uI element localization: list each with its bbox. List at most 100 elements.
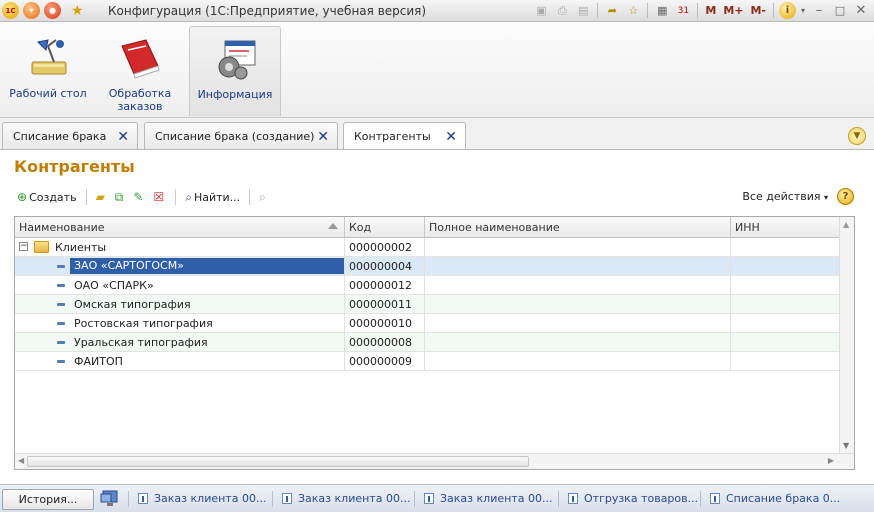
close-icon[interactable]: ✕ bbox=[852, 2, 870, 19]
find-button[interactable]: ⌕ Найти... bbox=[182, 187, 243, 207]
maximize-icon[interactable]: □ bbox=[831, 2, 849, 19]
code-cell: 000000002 bbox=[345, 238, 425, 256]
minimize-icon[interactable]: – bbox=[810, 2, 828, 19]
open-window-item[interactable]: Заказ клиента 00... bbox=[424, 492, 552, 505]
column-header-full-name[interactable]: Полное наименование bbox=[425, 217, 731, 238]
folder-icon bbox=[34, 241, 49, 253]
table-row[interactable]: ФАИТОП 000000009 bbox=[15, 352, 840, 371]
table-row[interactable]: Ростовская типография 000000010 bbox=[15, 314, 840, 333]
name-cell: ЗАО «САРТОГОСМ» bbox=[15, 257, 345, 275]
sections-panel: Рабочий стол Обработка заказов Информаци… bbox=[0, 22, 874, 118]
history-button[interactable]: История... bbox=[2, 489, 94, 510]
table-row[interactable]: ОАО «СПАРК» 000000012 bbox=[15, 276, 840, 295]
name-cell: Ростовская типография bbox=[15, 314, 345, 332]
all-actions-menu[interactable]: Все действия ▾ bbox=[742, 190, 828, 203]
delete-icon: ☒ bbox=[153, 190, 165, 204]
info-icon[interactable]: i bbox=[779, 2, 796, 19]
tab-counterparties[interactable]: Контрагенты ✕ bbox=[343, 122, 466, 150]
stop-icon[interactable]: ● bbox=[44, 2, 61, 19]
column-header-label: ИНН bbox=[735, 221, 760, 234]
preview-icon[interactable]: ▤ bbox=[574, 2, 592, 19]
copy-icon: ⧉ bbox=[114, 189, 124, 204]
open-window-item[interactable]: Отгрузка товаров... bbox=[568, 492, 698, 505]
calendar-icon[interactable]: 31 bbox=[674, 2, 692, 19]
inn-cell bbox=[731, 257, 840, 275]
go-forward-icon[interactable]: ➦ bbox=[603, 2, 621, 19]
close-tab-icon[interactable]: ✕ bbox=[317, 129, 329, 145]
window-title: Конфигурация (1С:Предприятие, учебная ве… bbox=[108, 4, 427, 18]
section-orders[interactable]: Обработка заказов bbox=[94, 26, 186, 116]
create-button[interactable]: ⊕ Создать bbox=[14, 187, 80, 207]
tab-writeoff[interactable]: Списание брака ✕ bbox=[2, 122, 138, 149]
mark-delete-button[interactable]: ☒ bbox=[150, 187, 169, 207]
scroll-thumb[interactable] bbox=[27, 456, 529, 467]
document-icon bbox=[710, 493, 720, 504]
open-window-label: Заказ клиента 00... bbox=[154, 492, 267, 505]
tabs-menu-chevron-down-icon[interactable]: ▼ bbox=[848, 127, 866, 145]
table-row[interactable]: Омская типография 000000011 bbox=[15, 295, 840, 314]
tab-writeoff-create[interactable]: Списание брака (создание) ✕ bbox=[144, 122, 338, 149]
separator bbox=[85, 189, 87, 205]
1c-logo-icon[interactable]: 1С bbox=[2, 2, 19, 19]
open-window-item[interactable]: Заказ клиента 00... bbox=[138, 492, 266, 505]
desk-lamp-icon bbox=[31, 39, 67, 75]
add-favorite-icon[interactable]: ☆ bbox=[624, 2, 642, 19]
open-window-item[interactable]: Заказ клиента 00... bbox=[282, 492, 410, 505]
copy-button[interactable]: ⧉ bbox=[112, 187, 129, 207]
separator bbox=[597, 3, 599, 18]
memory-plus-button[interactable]: M+ bbox=[721, 2, 745, 19]
full-name-cell bbox=[425, 238, 731, 256]
horizontal-scrollbar[interactable]: ◀ ▶ bbox=[15, 453, 854, 469]
close-tab-icon[interactable]: ✕ bbox=[445, 129, 457, 145]
close-tab-icon[interactable]: ✕ bbox=[117, 129, 129, 145]
table-row-group[interactable]: − Клиенты 000000002 bbox=[15, 238, 840, 257]
monitor-icon[interactable] bbox=[100, 490, 120, 508]
table-row-selected[interactable]: ЗАО «САРТОГОСМ» 000000004 bbox=[15, 257, 840, 276]
section-desktop[interactable]: Рабочий стол bbox=[2, 26, 94, 116]
separator bbox=[697, 3, 699, 18]
add-icon: ⊕ bbox=[17, 190, 28, 204]
table-row[interactable]: Уральская типография 000000008 bbox=[15, 333, 840, 352]
scroll-right-icon[interactable]: ▶ bbox=[828, 456, 834, 465]
pencil-icon: ✎ bbox=[133, 190, 144, 204]
calculator-icon[interactable]: ▦ bbox=[653, 2, 671, 19]
memory-button[interactable]: M bbox=[703, 2, 718, 19]
full-name-cell bbox=[425, 276, 731, 294]
separator bbox=[700, 491, 701, 507]
help-icon[interactable]: ? bbox=[837, 188, 854, 205]
vertical-scrollbar[interactable]: ▲ ▼ bbox=[839, 217, 854, 453]
section-information[interactable]: Информация bbox=[189, 26, 281, 116]
column-header-code[interactable]: Код bbox=[345, 217, 425, 238]
scroll-up-icon[interactable]: ▲ bbox=[843, 220, 849, 229]
name-cell: ОАО «СПАРК» bbox=[15, 276, 345, 294]
separator bbox=[558, 491, 559, 507]
code-cell: 000000008 bbox=[345, 333, 425, 351]
document-icon bbox=[138, 493, 148, 504]
search-icon: ⌕ bbox=[185, 189, 192, 204]
document-icon bbox=[424, 493, 434, 504]
separator bbox=[647, 3, 649, 18]
create-label: Создать bbox=[29, 190, 77, 204]
all-actions-label: Все действия bbox=[742, 190, 821, 203]
row-name: Ростовская типография bbox=[74, 317, 213, 330]
inn-cell bbox=[731, 295, 840, 313]
cancel-search-button[interactable]: ⌕ bbox=[256, 187, 271, 207]
open-window-item[interactable]: Списание брака 0... bbox=[710, 492, 840, 505]
separator bbox=[414, 491, 415, 507]
print-icon[interactable]: ⎙ bbox=[553, 2, 571, 19]
collapse-icon[interactable]: − bbox=[19, 242, 28, 251]
main-menu-icon[interactable]: ▾ bbox=[23, 2, 40, 19]
column-header-inn[interactable]: ИНН bbox=[731, 217, 840, 238]
memory-minus-button[interactable]: M- bbox=[748, 2, 768, 19]
inn-cell bbox=[731, 333, 840, 351]
favorites-star-icon[interactable]: ★ bbox=[71, 3, 84, 19]
save-icon[interactable]: ▣ bbox=[532, 2, 550, 19]
item-icon bbox=[57, 322, 65, 325]
column-header-name[interactable]: Наименование bbox=[15, 217, 345, 238]
scroll-down-icon[interactable]: ▼ bbox=[843, 441, 849, 450]
scroll-left-icon[interactable]: ◀ bbox=[18, 456, 24, 465]
edit-button[interactable]: ✎ bbox=[130, 187, 148, 207]
cancel-search-icon: ⌕ bbox=[259, 189, 266, 204]
info-menu-icon[interactable]: ▾ bbox=[799, 2, 807, 19]
create-group-button[interactable]: ▰ bbox=[93, 187, 110, 207]
